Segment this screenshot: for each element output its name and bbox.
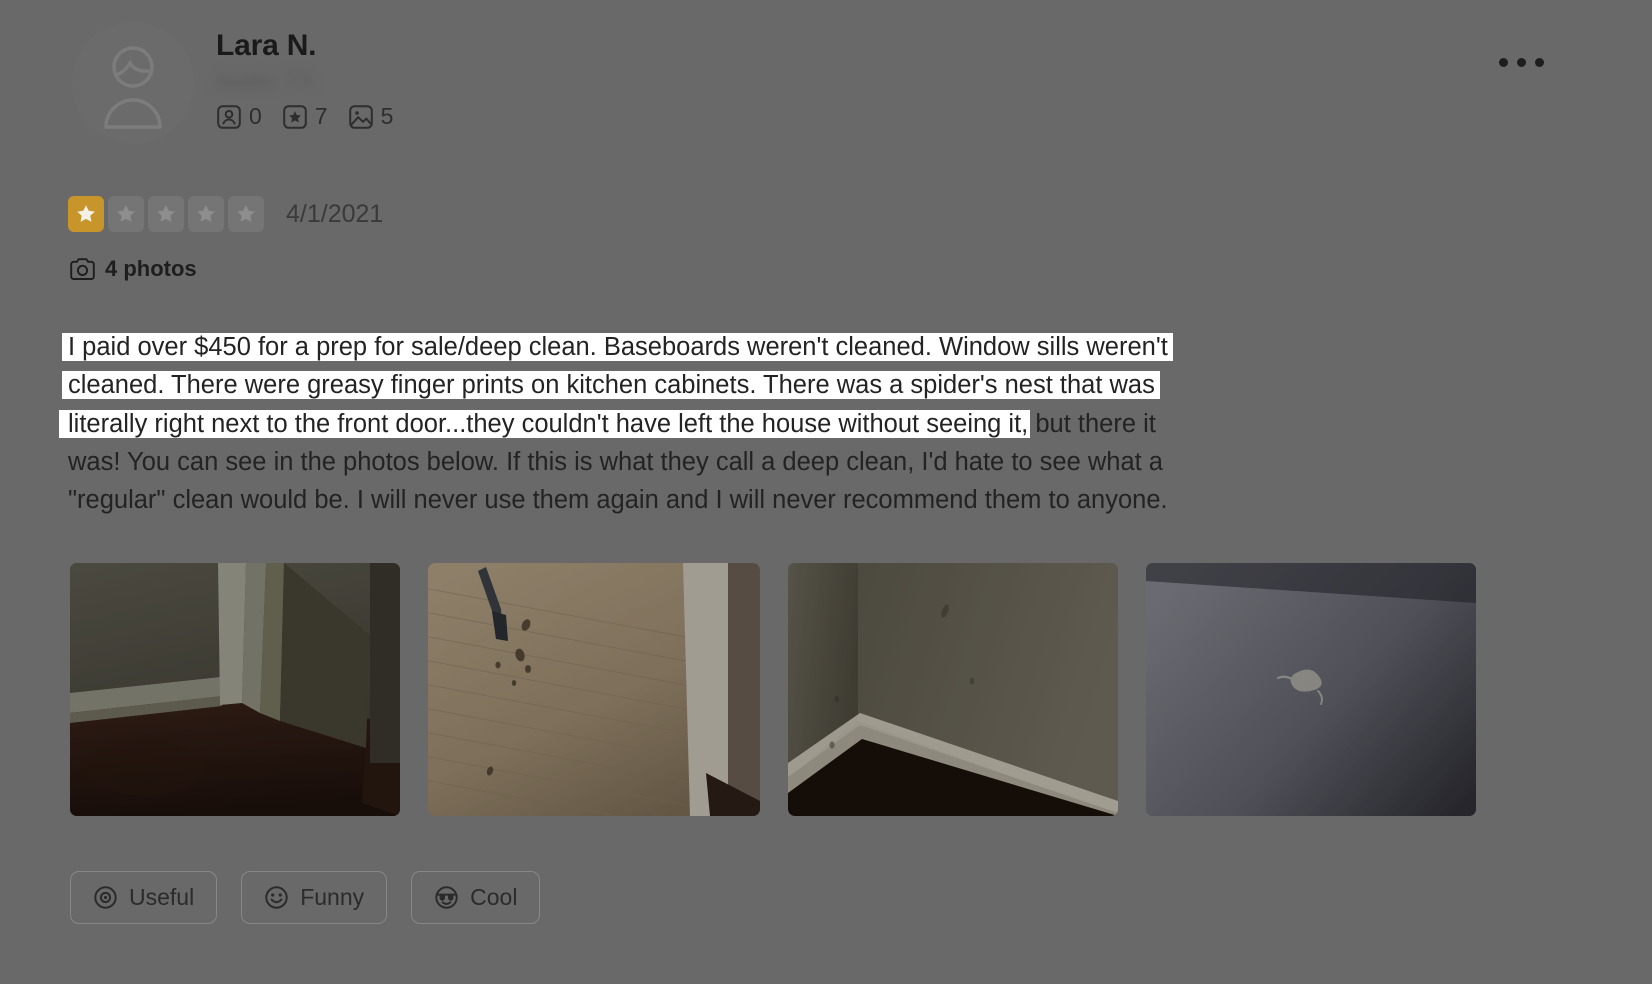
- avatar[interactable]: [72, 22, 194, 144]
- review-date: 4/1/2021: [286, 199, 384, 228]
- stat-friends-count: 0: [249, 103, 262, 129]
- review-line-5: "regular" clean would be. I will never u…: [68, 486, 1168, 515]
- star-4-empty: [188, 196, 224, 232]
- star-5-empty: [228, 196, 264, 232]
- star-2-empty: [108, 196, 144, 232]
- review-line-4: was! You can see in the photos below. If…: [68, 447, 1163, 476]
- reviews-star-icon: [282, 104, 307, 129]
- ellipsis-dot: [1499, 58, 1508, 67]
- cool-icon: [435, 886, 458, 909]
- star-1-filled: [68, 196, 104, 232]
- review-line: was! You can see in the photos below. If…: [68, 443, 1358, 481]
- photo-count-label: 4 photos: [105, 256, 197, 281]
- stat-friends: 0: [216, 104, 262, 130]
- star-icon: [77, 205, 95, 222]
- stat-photos-count: 5: [380, 103, 394, 129]
- more-options-button[interactable]: [1493, 52, 1550, 73]
- funny-button[interactable]: Funny: [241, 871, 388, 924]
- photo-2-image: [428, 563, 760, 816]
- photo-count: 4 photos: [70, 258, 197, 280]
- review-photo-1[interactable]: [70, 563, 400, 816]
- star-icon: [157, 205, 175, 222]
- star-icon: [197, 205, 215, 222]
- photos-icon: [348, 104, 373, 129]
- review-line: "regular" clean would be. I will never u…: [68, 481, 1358, 519]
- feedback-buttons: Useful Funny Cool: [70, 871, 541, 924]
- useful-button[interactable]: Useful: [70, 871, 218, 924]
- review-card: Lara N. Austin, TX 0 7 5 4/1/2021 4 phot…: [0, 0, 1652, 984]
- star-rating: [68, 196, 264, 232]
- star-3-empty: [148, 196, 184, 232]
- review-photo-3[interactable]: [788, 563, 1118, 816]
- review-line-2-highlighted: cleaned. There were greasy finger prints…: [68, 371, 1155, 400]
- review-line: cleaned. There were greasy finger prints…: [68, 366, 1358, 404]
- user-block: Lara N. Austin, TX 0 7 5: [216, 22, 393, 130]
- star-icon: [117, 205, 135, 222]
- cool-button-label: Cool: [470, 884, 518, 910]
- ellipsis-dot: [1535, 58, 1544, 67]
- stat-reviews-count: 7: [314, 103, 328, 129]
- user-location: Austin, TX: [216, 69, 313, 93]
- rating-row: 4/1/2021: [68, 196, 383, 232]
- cool-button[interactable]: Cool: [411, 871, 541, 924]
- review-photo-4[interactable]: [1146, 563, 1476, 816]
- review-photo-strip: [70, 563, 1476, 816]
- review-line-3-plain: but there it: [1028, 409, 1156, 438]
- user-stats: 0 7 5: [216, 104, 393, 130]
- review-line: I paid over $450 for a prep for sale/dee…: [68, 328, 1358, 366]
- review-header: Lara N. Austin, TX 0 7 5: [72, 22, 393, 144]
- review-line-3-highlighted: literally right next to the front door..…: [68, 409, 1029, 438]
- review-text: I paid over $450 for a prep for sale/dee…: [68, 328, 1358, 519]
- user-name[interactable]: Lara N.: [216, 30, 393, 62]
- default-avatar-icon: [104, 46, 162, 129]
- stat-photos: 5: [348, 103, 394, 130]
- review-line: literally right next to the front door..…: [68, 405, 1358, 443]
- photo-4-image: [1146, 563, 1476, 816]
- useful-button-label: Useful: [129, 884, 195, 910]
- funny-icon: [265, 886, 288, 909]
- photo-3-image: [788, 563, 1118, 816]
- star-icon: [237, 205, 255, 222]
- stat-reviews: 7: [282, 104, 328, 130]
- photo-1-image: [70, 563, 400, 816]
- useful-icon: [94, 886, 117, 909]
- funny-button-label: Funny: [300, 884, 365, 910]
- review-line-1-highlighted: I paid over $450 for a prep for sale/dee…: [68, 333, 1168, 361]
- friends-icon: [217, 104, 241, 129]
- ellipsis-dot: [1517, 58, 1526, 67]
- camera-icon: [70, 258, 95, 280]
- review-photo-2[interactable]: [428, 563, 760, 816]
